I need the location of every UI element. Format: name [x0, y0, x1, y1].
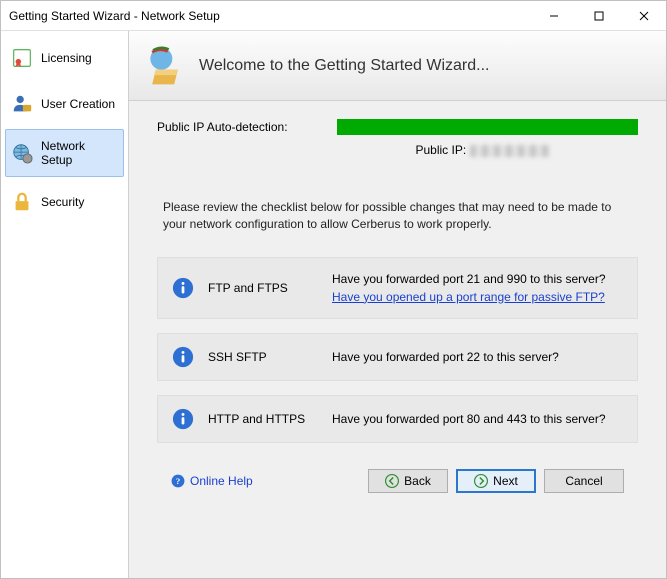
next-button[interactable]: Next	[456, 469, 536, 493]
svg-text:?: ?	[176, 476, 180, 486]
sidebar-item-user-creation[interactable]: User Creation	[5, 83, 124, 125]
arrow-left-icon	[385, 474, 399, 488]
maximize-button[interactable]	[576, 1, 621, 30]
help-icon: ?	[171, 474, 185, 488]
minimize-button[interactable]	[531, 1, 576, 30]
titlebar: Getting Started Wizard - Network Setup	[1, 1, 666, 31]
sidebar-item-label: Security	[41, 195, 84, 209]
wizard-window: Getting Started Wizard - Network Setup L…	[0, 0, 667, 579]
close-button[interactable]	[621, 1, 666, 30]
check-ftp: FTP and FTPS Have you forwarded port 21 …	[157, 257, 638, 319]
footer: ? Online Help Back Next Cancel	[157, 457, 638, 507]
public-ip-label: Public IP:	[415, 143, 466, 157]
check-line1: Have you forwarded port 21 and 990 to th…	[332, 272, 606, 286]
content: Licensing User Creation Network Setup Se…	[1, 31, 666, 578]
sidebar: Licensing User Creation Network Setup Se…	[1, 31, 129, 578]
lock-icon	[11, 191, 33, 213]
body: Public IP Auto-detection: Public IP: Ple…	[129, 101, 666, 578]
check-name: SSH SFTP	[208, 350, 318, 364]
sidebar-item-label: Licensing	[41, 51, 92, 65]
check-http: HTTP and HTTPS Have you forwarded port 8…	[157, 395, 638, 443]
public-ip-value-redacted	[470, 145, 550, 157]
arrow-right-icon	[474, 474, 488, 488]
back-button[interactable]: Back	[368, 469, 448, 493]
ip-progress-bar	[337, 119, 638, 135]
banner: Welcome to the Getting Started Wizard...	[129, 31, 666, 101]
back-label: Back	[404, 474, 431, 488]
online-help-link[interactable]: ? Online Help	[171, 474, 253, 488]
certificate-icon	[11, 47, 33, 69]
sidebar-item-label: Network Setup	[41, 139, 118, 167]
cancel-label: Cancel	[565, 474, 602, 488]
info-icon	[172, 408, 194, 430]
sidebar-item-licensing[interactable]: Licensing	[5, 37, 124, 79]
online-help-label: Online Help	[190, 474, 253, 488]
banner-title: Welcome to the Getting Started Wizard...	[199, 57, 490, 75]
ip-detection-label: Public IP Auto-detection:	[157, 120, 327, 134]
instructions-text: Please review the checklist below for po…	[157, 199, 638, 233]
check-desc: Have you forwarded port 21 and 990 to th…	[332, 270, 623, 306]
wizard-icon	[143, 44, 187, 88]
public-ip-line: Public IP:	[157, 143, 638, 157]
window-title: Getting Started Wizard - Network Setup	[9, 9, 531, 23]
sidebar-item-security[interactable]: Security	[5, 181, 124, 223]
ip-detection-row: Public IP Auto-detection:	[157, 119, 638, 135]
passive-ftp-link[interactable]: Have you opened up a port range for pass…	[332, 290, 605, 304]
sidebar-item-network-setup[interactable]: Network Setup	[5, 129, 124, 177]
cancel-button[interactable]: Cancel	[544, 469, 624, 493]
user-icon	[11, 93, 33, 115]
check-line1: Have you forwarded port 80 and 443 to th…	[332, 412, 606, 426]
next-label: Next	[493, 474, 518, 488]
info-icon	[172, 277, 194, 299]
check-ssh: SSH SFTP Have you forwarded port 22 to t…	[157, 333, 638, 381]
check-name: FTP and FTPS	[208, 281, 318, 295]
globe-icon	[11, 142, 33, 164]
sidebar-item-label: User Creation	[41, 97, 115, 111]
main-panel: Welcome to the Getting Started Wizard...…	[129, 31, 666, 578]
check-desc: Have you forwarded port 80 and 443 to th…	[332, 410, 623, 428]
check-desc: Have you forwarded port 22 to this serve…	[332, 348, 623, 366]
check-line1: Have you forwarded port 22 to this serve…	[332, 350, 559, 364]
check-name: HTTP and HTTPS	[208, 412, 318, 426]
info-icon	[172, 346, 194, 368]
